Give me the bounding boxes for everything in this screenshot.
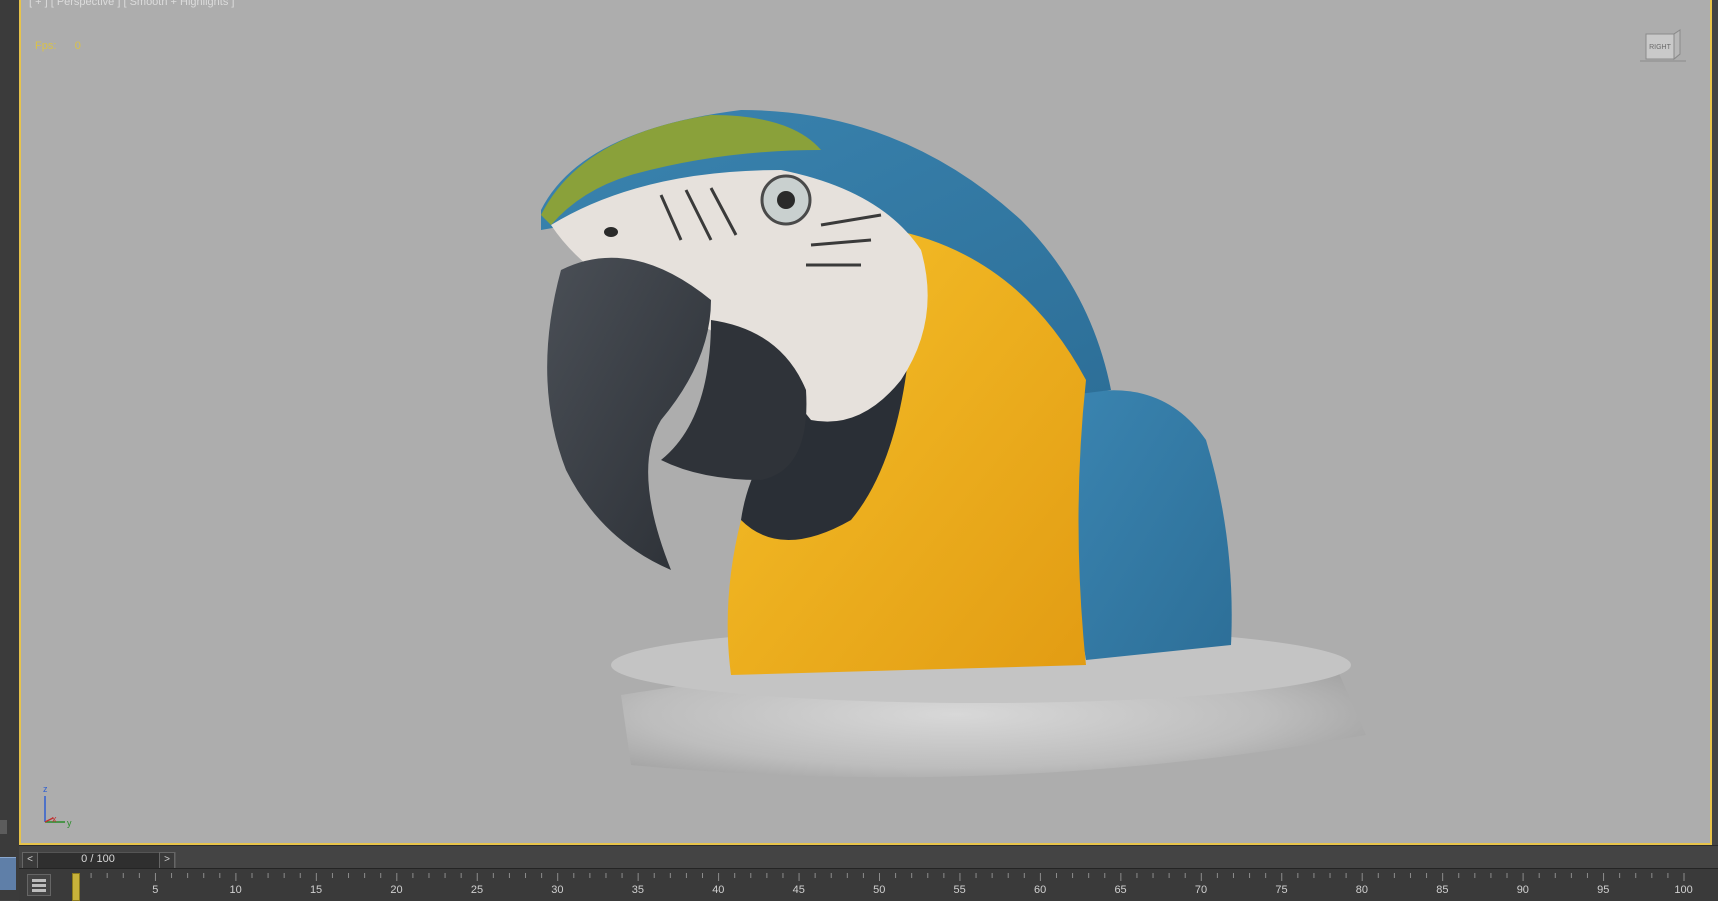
wing xyxy=(1070,390,1232,660)
viewcube-face-label: RIGHT xyxy=(1649,44,1672,51)
track-ruler[interactable]: 5 10 15 20 25 30 35 40 45 50 55 60 65 70 75 80 85 90 95 100 xyxy=(19,869,1718,901)
tick-label: 95 xyxy=(1597,884,1610,896)
parrot-bust-model xyxy=(541,110,1366,778)
tick-label: 50 xyxy=(873,884,886,896)
viewcube-icon[interactable]: RIGHT xyxy=(1640,26,1686,64)
strip-handle[interactable] xyxy=(0,857,16,890)
tick-label: 80 xyxy=(1355,884,1369,896)
key-filter-icon[interactable] xyxy=(27,874,51,896)
tick-label: 60 xyxy=(1034,884,1047,896)
tick-label: 30 xyxy=(551,884,564,896)
axis-z-label: z xyxy=(43,784,48,794)
tick-label: 55 xyxy=(953,884,966,896)
prev-frame-button[interactable]: < xyxy=(22,852,38,869)
tick-label: 90 xyxy=(1516,884,1529,896)
tick-label: 85 xyxy=(1436,884,1449,896)
trackbar[interactable]: 5 10 15 20 25 30 35 40 45 50 55 60 65 70 75 80 85 90 95 100 xyxy=(19,868,1718,901)
strip-marker xyxy=(0,820,7,834)
tick-label: 35 xyxy=(631,884,644,896)
left-command-strip xyxy=(0,0,20,900)
tick-label: 75 xyxy=(1275,884,1288,896)
fps-counter: Fps: 0 xyxy=(35,40,81,52)
current-frame-marker[interactable] xyxy=(72,873,80,901)
next-frame-button[interactable]: > xyxy=(159,852,175,869)
perspective-viewport[interactable]: [ + ] [ Perspective ] [ Smooth + Highlig… xyxy=(19,0,1712,845)
tick-label: 10 xyxy=(229,884,242,896)
tick-label: 15 xyxy=(309,884,323,896)
upper-beak xyxy=(547,257,711,570)
tick-label: 25 xyxy=(470,884,484,896)
tick-label: 40 xyxy=(712,884,725,896)
tick-label: 65 xyxy=(1114,884,1127,896)
viewport-label[interactable]: [ + ] [ Perspective ] [ Smooth + Highlig… xyxy=(29,0,234,8)
frame-readout[interactable]: 0 / 100 xyxy=(37,852,159,867)
tick-label: 20 xyxy=(390,884,403,896)
tick-label: 5 xyxy=(152,884,159,896)
axis-tripod-icon: z x y xyxy=(39,782,79,828)
time-slider-bar: < 0 / 100 > xyxy=(19,845,1718,869)
axis-y-label: y xyxy=(67,818,72,828)
tick-label: 100 xyxy=(1674,884,1693,896)
tick-label: 70 xyxy=(1194,884,1208,896)
tick-label: 45 xyxy=(792,884,805,896)
axis-x-label: x xyxy=(52,814,57,824)
